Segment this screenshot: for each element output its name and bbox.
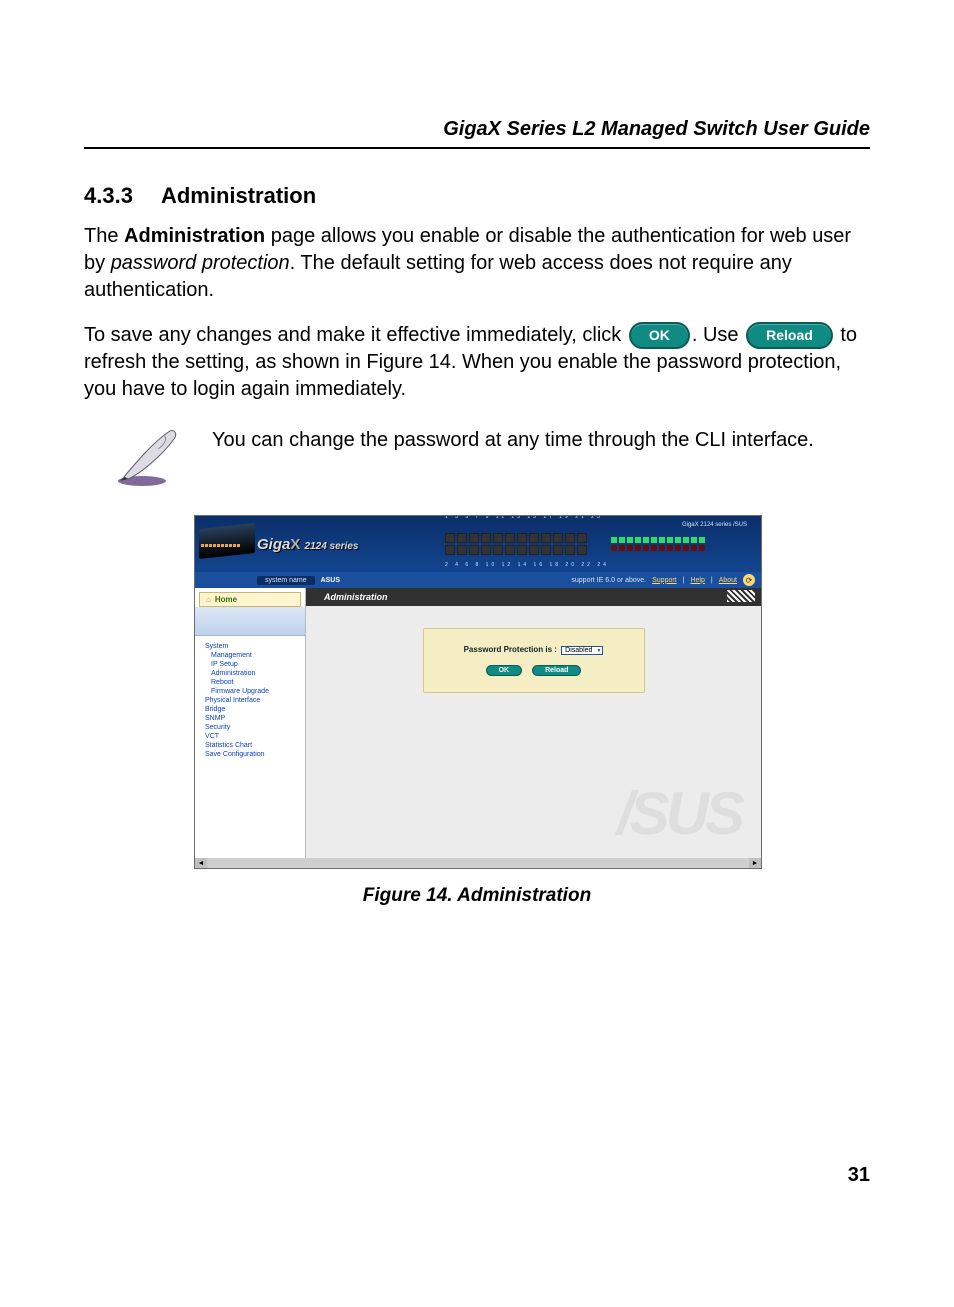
screenshot-infobar: system name ASUS support IE 6.0 or above… xyxy=(195,572,761,588)
screenshot-administration: GigaX 2124 series 1 3 5 7 9 11 13 15 17 … xyxy=(194,515,762,869)
sysname-wrap: system name ASUS xyxy=(201,577,340,584)
refresh-icon[interactable]: ⟳ xyxy=(743,574,755,586)
port-numbers-top: 1 3 5 7 9 11 13 15 17 19 21 23 xyxy=(445,515,603,520)
content-title: Administration xyxy=(324,592,388,602)
sidebar-nav: System Management IP Setup Administratio… xyxy=(195,636,305,765)
nav-ip-setup[interactable]: IP Setup xyxy=(201,660,299,669)
ok-button-inline: OK xyxy=(629,322,690,349)
nav-reboot[interactable]: Reboot xyxy=(201,678,299,687)
reload-button[interactable]: Reload xyxy=(532,665,581,676)
nav-management[interactable]: Management xyxy=(201,651,299,660)
nav-vct[interactable]: VCT xyxy=(201,732,299,741)
figure-14: GigaX 2124 series 1 3 5 7 9 11 13 15 17 … xyxy=(194,515,760,907)
sidebar-tab xyxy=(195,607,305,636)
port-row xyxy=(445,524,751,564)
reload-button-inline: Reload xyxy=(746,322,833,349)
sidebar-home[interactable]: ⌂ Home xyxy=(199,592,301,607)
infobar-right: support IE 6.0 or above. Support | Help … xyxy=(571,574,755,586)
nav-snmp[interactable]: SNMP xyxy=(201,714,299,723)
section-number: 4.3.3 xyxy=(84,183,133,209)
pen-icon xyxy=(114,427,184,489)
sysname-label: system name xyxy=(257,576,315,585)
page-header: GigaX Series L2 Managed Switch User Guid… xyxy=(84,118,870,149)
link-about[interactable]: About xyxy=(719,577,737,584)
device-ports-mini xyxy=(201,544,240,547)
device-image xyxy=(199,523,255,559)
section-title: Administration xyxy=(161,183,316,208)
paragraph-1: The Administration page allows you enabl… xyxy=(84,223,870,304)
port-numbers-bottom: 2 4 6 8 10 12 14 16 18 20 22 24 xyxy=(445,562,609,568)
password-protection-select[interactable]: Disabled xyxy=(561,646,603,655)
note-text: You can change the password at any time … xyxy=(212,427,854,454)
nav-administration[interactable]: Administration xyxy=(201,669,299,678)
content-area: Administration Password Protection is : … xyxy=(306,588,761,858)
nav-system[interactable]: System xyxy=(201,642,299,651)
nav-security[interactable]: Security xyxy=(201,723,299,732)
nav-physical-interface[interactable]: Physical Interface xyxy=(201,696,299,705)
nav-statistics-chart[interactable]: Statistics Chart xyxy=(201,741,299,750)
page-number: 31 xyxy=(848,1164,870,1187)
asus-watermark: /SUS xyxy=(617,779,741,848)
scroll-left-icon[interactable]: ◄ xyxy=(195,858,207,868)
link-help[interactable]: Help xyxy=(690,577,704,584)
led-grid xyxy=(611,537,705,551)
support-text: support IE 6.0 or above. xyxy=(571,577,646,584)
section-heading: 4.3.3 Administration xyxy=(84,183,870,209)
nav-save-configuration[interactable]: Save Configuration xyxy=(201,750,299,759)
sidebar: ⌂ Home System Management IP Setup Admini… xyxy=(195,588,306,858)
port-grid xyxy=(445,533,587,555)
title-decoration-icon xyxy=(727,590,755,602)
figure-caption: Figure 14. Administration xyxy=(194,885,760,907)
screenshot-topbanner: GigaX 2124 series 1 3 5 7 9 11 13 15 17 … xyxy=(195,516,761,572)
nav-firmware-upgrade[interactable]: Firmware Upgrade xyxy=(201,687,299,696)
note-row: You can change the password at any time … xyxy=(114,427,870,489)
home-icon: ⌂ xyxy=(206,595,211,604)
brand-logo: GigaX 2124 series xyxy=(257,536,358,553)
asus-mini-label: GigaX 2124 series /SUS xyxy=(682,522,747,528)
sysname-value: ASUS xyxy=(321,577,340,584)
scroll-right-icon[interactable]: ► xyxy=(749,858,761,868)
horizontal-scrollbar[interactable]: ◄ ► xyxy=(195,858,761,868)
ok-button[interactable]: OK xyxy=(486,665,523,676)
nav-bridge[interactable]: Bridge xyxy=(201,705,299,714)
paragraph-2: To save any changes and make it effectiv… xyxy=(84,322,870,403)
settings-panel: Password Protection is : Disabled OK Rel… xyxy=(423,628,645,693)
link-support[interactable]: Support xyxy=(652,577,677,584)
content-title-bar: Administration xyxy=(306,588,761,606)
password-protection-label: Password Protection is : xyxy=(464,645,557,654)
